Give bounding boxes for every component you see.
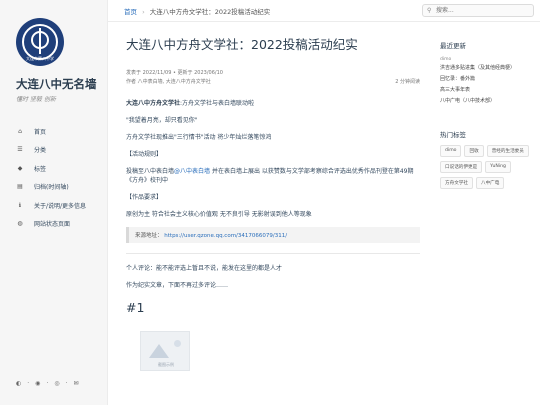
- info-icon: ℹ: [18, 201, 22, 209]
- page-title: 大连八中方舟文学社：2022投稿活动纪实: [126, 37, 358, 52]
- rss-icon[interactable]: ◎: [54, 380, 59, 387]
- sidebar-item-about[interactable]: ℹ 关于/说明/更多信息: [16, 196, 86, 215]
- read-time: 2 分钟阅读: [395, 79, 420, 85]
- section-heading-requirements: 【作品要求】: [126, 194, 163, 201]
- section-heading-1: #1: [126, 300, 145, 315]
- tag-chip[interactable]: dimo: [440, 145, 462, 157]
- image-placeholder-mountain: [149, 344, 169, 358]
- list-item[interactable]: 洪吉通多贴进集（及其他经典梗）: [440, 63, 536, 74]
- sidebar-item-label: 关于/说明/更多信息: [34, 202, 87, 210]
- tag-chip[interactable]: 八中广电: [475, 177, 505, 189]
- source-label: 来源地址：: [135, 233, 163, 239]
- image-placeholder-sun: [174, 340, 181, 347]
- post-authors[interactable]: 作者 八中表白墙, 大连八中方舟文学社: [126, 78, 211, 85]
- logo-bar: [39, 28, 41, 54]
- site-subtitle: 懂时 坚毅 创新: [16, 96, 56, 103]
- tag-icon: ◆: [17, 164, 23, 172]
- post-meta: 发表于 2022/11/09 • 更新于 2023/06/10 作者 八中表白墙…: [126, 69, 420, 87]
- separator: ·: [65, 380, 68, 387]
- sidebar-item-status[interactable]: ◍ 网站状态页面: [16, 215, 86, 234]
- post-dates: 发表于 2022/11/09 • 更新于 2023/06/10: [126, 70, 223, 76]
- source-blockquote: 来源地址： https://user.qzone.qq.com/34170660…: [126, 227, 420, 243]
- sidebar-item-archive[interactable]: ▤ 归档(时间轴): [16, 178, 86, 197]
- list-item[interactable]: 八中广电（八中技术部）: [440, 96, 536, 107]
- category-icon: ☰: [17, 146, 23, 154]
- image-caption: 截图示例: [158, 362, 174, 367]
- github-icon[interactable]: ◉: [35, 380, 40, 387]
- site-title[interactable]: 大连八中无名墙: [16, 76, 97, 92]
- chevron-right-icon: ›: [142, 8, 145, 16]
- list-item[interactable]: 高三大事年表: [440, 85, 536, 96]
- divider: [126, 253, 420, 254]
- bold-text: 大连八中方舟文学社: [126, 100, 181, 107]
- breadcrumb: 首页 › 大连八中方舟文学社：2022投稿活动纪实: [124, 6, 270, 16]
- tag-chip[interactable]: 曾经的生活委员: [486, 145, 529, 157]
- hot-tags: dimo 回收 曾经的生活委员 口说话的伊更是 YuNing 方舟文学社 八中广…: [440, 145, 536, 193]
- paragraph: 投稿至八中表白墙@八中表白墙 并在表白墙上展出 以获赞数与文学部考察综合评选出优…: [126, 167, 420, 185]
- sidebar-bottom-bar: ◐ · ◉ · ◎ · ✉: [16, 380, 85, 387]
- paragraph: 个人评论：能不能评选上暂且不说，能发在这里的都是人才: [126, 265, 283, 272]
- sidebar-nav: ⌂ 首页 ☰ 分类 ◆ 标签 ▤ 归档(时间轴) ℹ 关于/说明/更多信息 ◍ …: [16, 122, 86, 233]
- post-content: 大连八中方舟文学社:方舟文学社与表白墙联动啦 "我望着月亮，却只看见你" 方舟文…: [126, 99, 420, 371]
- recent-updates-list: dimo 洪吉通多贴进集（及其他经典梗） 回忆录：番外篇 高三大事年表 八中广电…: [440, 56, 536, 107]
- settings-icon[interactable]: ✉: [74, 380, 79, 387]
- breadcrumb-current: 大连八中方舟文学社：2022投稿活动纪实: [149, 8, 271, 16]
- globe-icon: ◍: [17, 220, 23, 228]
- list-item[interactable]: 回忆录：番外篇: [440, 74, 536, 85]
- sidebar-item-label: 首页: [34, 128, 47, 136]
- sidebar-item-label: 网站状态页面: [34, 221, 71, 229]
- paragraph: 方舟文学社现推出"三行情书"活动 将少年灿烂落笔惊鸿: [126, 134, 272, 141]
- search-box[interactable]: ⚲: [422, 4, 534, 17]
- paragraph-text: :方舟文学社与表白墙联动啦: [180, 100, 255, 107]
- post-image[interactable]: 截图示例: [140, 331, 190, 371]
- top-bar: 首页 › 大连八中方舟文学社：2022投稿活动纪实 ⚲: [108, 0, 540, 22]
- section-heading-rules: 【活动规则】: [126, 151, 163, 158]
- sidebar-item-label: 归档(时间轴): [34, 184, 69, 192]
- sidebar-item-label: 分类: [34, 147, 47, 155]
- mention-link[interactable]: @八中表白墙: [174, 168, 210, 175]
- hot-tags-title: 热门标签: [440, 131, 466, 139]
- recent-updates-title: 最近更新: [440, 42, 466, 50]
- separator: ·: [46, 380, 49, 387]
- paragraph: 作为纪实文章，下面不再过多评论……: [126, 282, 229, 289]
- separator: ·: [27, 380, 30, 387]
- tag-chip[interactable]: 回收: [464, 145, 484, 157]
- paragraph-text: 投稿至八中表白墙: [126, 168, 175, 175]
- post-main: 大连八中方舟文学社：2022投稿活动纪实 发表于 2022/11/09 • 更新…: [126, 34, 420, 371]
- paragraph: "我望着月亮，却只看见你": [126, 117, 198, 124]
- tag-chip[interactable]: YuNing: [485, 161, 511, 173]
- sidebar-item-label: 标签: [34, 165, 47, 173]
- theme-toggle-icon[interactable]: ◐: [16, 380, 21, 387]
- paragraph: 大连八中方舟文学社:方舟文学社与表白墙联动啦: [126, 99, 420, 108]
- paragraph: 原创为主 符合社会主义核心价值观 无不良引导 无影射误到他人等现象: [126, 211, 312, 218]
- search-input[interactable]: [436, 6, 530, 15]
- tag-chip[interactable]: 口说话的伊更是: [440, 161, 483, 173]
- breadcrumb-home-link[interactable]: 首页: [124, 8, 137, 16]
- sidebar-item-categories[interactable]: ☰ 分类: [16, 141, 86, 160]
- archive-icon: ▤: [17, 183, 23, 191]
- sidebar-item-home[interactable]: ⌂ 首页: [16, 122, 86, 141]
- sidebar: 大连市第八中学 大连八中无名墙 懂时 坚毅 创新 ⌂ 首页 ☰ 分类 ◆ 标签 …: [0, 0, 108, 405]
- list-item[interactable]: dimo: [440, 56, 536, 63]
- tag-chip[interactable]: 方舟文学社: [440, 177, 473, 189]
- sidebar-item-tags[interactable]: ◆ 标签: [16, 159, 86, 178]
- right-panel: 最近更新 dimo 洪吉通多贴进集（及其他经典梗） 回忆录：番外篇 高三大事年表…: [440, 40, 536, 193]
- home-icon: ⌂: [18, 127, 22, 135]
- logo-text: 大连市第八中学: [26, 56, 54, 61]
- school-logo[interactable]: 大连市第八中学: [16, 18, 64, 66]
- source-link[interactable]: https://user.qzone.qq.com/3417066079/311…: [164, 233, 287, 239]
- search-icon: ⚲: [427, 7, 432, 14]
